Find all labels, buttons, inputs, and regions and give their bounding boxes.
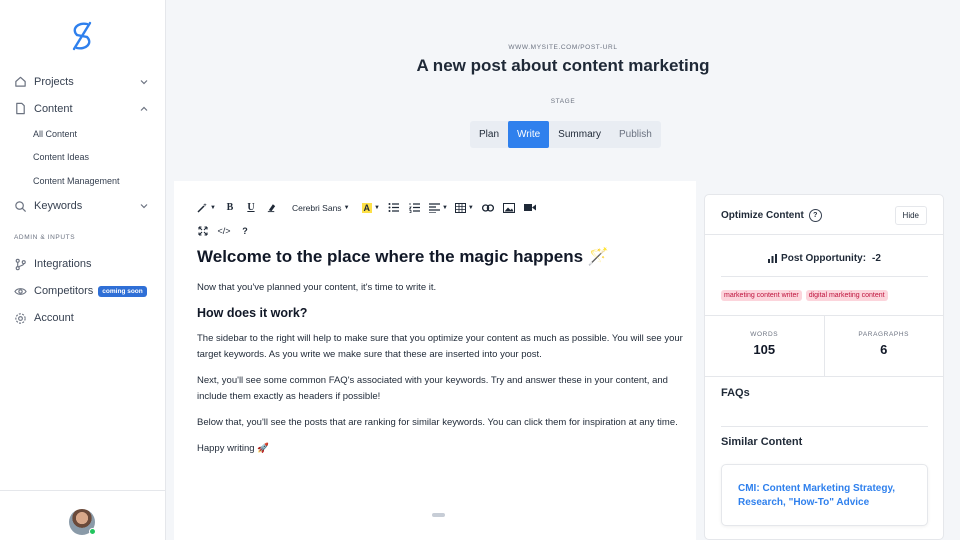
brand-logo-icon[interactable] [68,20,96,52]
bar-chart-icon [768,254,778,263]
content-heading-1: Welcome to the place where the magic hap… [197,247,609,266]
online-status-icon [89,528,96,535]
similar-content-card[interactable]: CMI: Content Marketing Strategy, Researc… [721,464,928,526]
content-heading-2: How does it work? [197,306,308,320]
sidebar-item-content[interactable]: Content [0,95,165,122]
sidebar-item-integrations[interactable]: Integrations [0,251,165,278]
editor-toolbar: ▼ B U Cerebri Sans ▼ A ▼ ▼ ▼ </> ? [196,199,696,245]
link-icon[interactable] [481,201,495,215]
sidebar-item-account[interactable]: Account [0,305,165,332]
words-label: WORDS [750,331,779,338]
video-icon[interactable] [523,201,537,215]
fullscreen-icon[interactable] [196,224,210,238]
paragraphs-value: 6 [880,342,888,357]
post-opportunity: Post Opportunity: -2 [721,241,928,277]
integrations-icon [14,258,27,271]
panel-title-text: Optimize Content [721,210,804,221]
document-icon [14,102,27,115]
stage-tabs: Plan Write Summary Publish [470,121,661,148]
main-nav: Projects Content All Content Content Ide… [0,68,165,332]
content-paragraph: Next, you'll see some common FAQ's assoc… [197,375,668,402]
font-family-select[interactable]: Cerebri Sans ▼ [292,203,350,213]
sidebar-subitem-content-ideas[interactable]: Content Ideas [0,146,165,170]
similar-content-link[interactable]: CMI: Content Marketing Strategy, Researc… [738,482,911,510]
sidebar-subitem-content-management[interactable]: Content Management [0,169,165,193]
help-button[interactable]: ? [238,224,252,238]
sidebar-item-label: Integrations [34,258,92,270]
keyword-list: marketing content writer digital marketi… [721,290,892,301]
eye-icon [14,285,27,298]
numbered-list-icon[interactable] [408,201,422,215]
content-paragraph: Now that you've planned your content, it… [197,282,437,293]
underline-button[interactable]: U [244,201,258,215]
stage-label: STAGE [550,98,576,105]
font-family-value: Cerebri Sans [291,202,342,213]
table-icon[interactable]: ▼ [454,201,474,215]
paragraphs-label: PARAGRAPHS [858,331,910,338]
sidebar-item-label: Competitors [34,285,94,297]
help-icon[interactable]: ? [808,209,822,222]
chevron-down-icon[interactable] [139,201,149,211]
admin-section-label: ADMIN & INPUTS [14,234,76,241]
sidebar-item-label: Account [34,312,74,324]
content-stats: WORDS 105 PARAGRAPHS 6 [705,315,943,377]
tab-plan[interactable]: Plan [470,121,508,148]
bold-button[interactable]: B [223,201,237,215]
content-paragraph: Below that, you'll see the posts that ar… [197,417,678,428]
image-icon[interactable] [502,201,516,215]
sidebar-footer [0,490,165,540]
sidebar-item-keywords[interactable]: Keywords [0,193,165,220]
divider [721,426,928,427]
tab-summary[interactable]: Summary [549,121,610,148]
sidebar-subitem-all-content[interactable]: All Content [0,122,165,146]
highlight-label: A [361,202,373,213]
words-value: 105 [753,342,776,357]
page-title: A new post about content marketing [416,56,710,75]
coming-soon-badge: coming soon [98,285,147,297]
highlight-color-button[interactable]: A ▼ [361,201,380,215]
panel-title: Optimize Content ? [721,209,822,222]
gear-icon [14,312,27,325]
editor[interactable]: ▼ B U Cerebri Sans ▼ A ▼ ▼ ▼ </> ? Welcome… [174,181,696,540]
post-url: WWW.MYSITE.COM/POST-URL [508,44,618,51]
keyword-tag[interactable]: marketing content writer [721,290,802,301]
optimize-panel: Optimize Content ? Hide Post Opportunity… [704,194,944,540]
sidebar-item-label: Projects [34,75,74,88]
search-icon [14,200,27,213]
sidebar-item-label: Keywords [34,200,83,212]
chevron-up-icon[interactable] [139,104,149,114]
sidebar-item-label: Content [34,102,73,115]
opportunity-value: -2 [872,253,881,264]
sidebar: Projects Content All Content Content Ide… [0,0,166,540]
editor-resize-handle[interactable] [432,513,445,517]
code-view-button[interactable]: </> [217,224,231,238]
content-paragraph: The sidebar to the right will help to ma… [197,333,683,360]
chevron-down-icon[interactable] [139,77,149,87]
opportunity-label: Post Opportunity: [781,253,867,264]
eraser-icon[interactable] [265,201,279,215]
words-stat: WORDS 105 [705,316,824,376]
similar-content-heading: Similar Content [721,436,803,448]
tab-publish[interactable]: Publish [610,121,661,148]
panel-header: Optimize Content ? Hide [705,195,943,235]
magic-wand-icon[interactable]: ▼ [196,201,216,215]
paragraphs-stat: PARAGRAPHS 6 [823,316,944,376]
content-paragraph: Happy writing 🚀 [197,443,270,454]
faqs-heading: FAQs [721,387,750,399]
hide-button[interactable]: Hide [894,206,927,225]
home-icon [14,75,27,88]
align-icon[interactable]: ▼ [428,201,448,215]
sidebar-item-projects[interactable]: Projects [0,68,165,95]
tab-write[interactable]: Write [508,121,550,148]
bullet-list-icon[interactable] [387,201,401,215]
editor-content[interactable]: Welcome to the place where the magic hap… [197,247,687,467]
keyword-tag[interactable]: digital marketing content [805,290,888,301]
sidebar-item-competitors[interactable]: Competitors coming soon [0,278,165,305]
